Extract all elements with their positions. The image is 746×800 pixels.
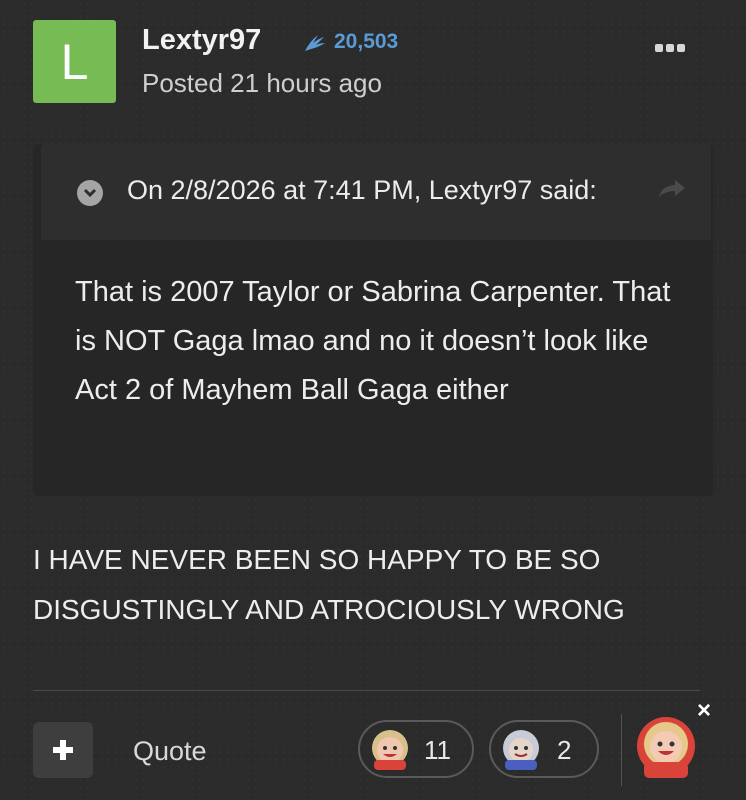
quote-header: On 2/8/2026 at 7:41 PM, Lextyr97 said: [41,144,711,240]
plus-icon [53,740,73,760]
reaction-yaaas[interactable]: 2 [489,720,599,778]
quote-block: On 2/8/2026 at 7:41 PM, Lextyr97 said: T… [33,144,713,496]
more-options-icon[interactable] [655,44,685,52]
yaaas-reaction-icon [503,730,539,770]
multiquote-button[interactable] [33,722,93,778]
reputation-icon [305,35,325,51]
quote-text: That is 2007 Taylor or Sabrina Carpenter… [75,276,671,406]
reaction-count: 2 [557,735,572,765]
chevron-down-icon[interactable] [77,180,103,206]
divider [621,714,622,786]
post-body: I HAVE NEVER BEEN SO HAPPY TO BE SO DISG… [33,544,625,625]
quote-button[interactable]: Quote [133,736,207,767]
lmao-reaction-icon [372,730,408,770]
close-icon[interactable]: × [697,697,711,725]
reaction-count: 11 [424,735,451,765]
username[interactable]: Lextyr97 [142,24,261,57]
avatar[interactable]: L [33,20,116,103]
share-arrow-icon[interactable] [657,177,687,199]
reputation: 20,503 [302,30,398,54]
lmao-react-button[interactable] [634,716,698,782]
reputation-count: 20,503 [334,30,399,53]
quote-citation[interactable]: On 2/8/2026 at 7:41 PM, Lextyr97 said: [127,175,597,206]
reaction-lmao[interactable]: 11 [358,720,474,778]
divider [33,690,700,691]
post-timestamp[interactable]: Posted 21 hours ago [142,68,382,99]
